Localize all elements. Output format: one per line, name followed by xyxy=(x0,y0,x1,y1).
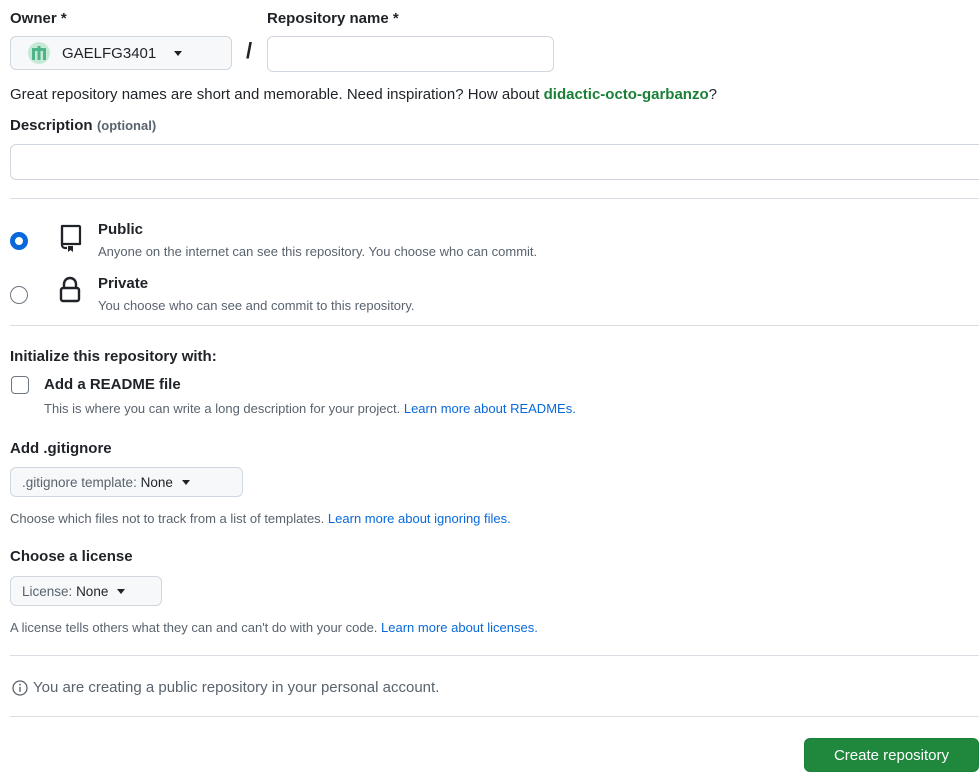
divider xyxy=(10,655,979,656)
repo-name-input[interactable] xyxy=(267,36,554,72)
owner-select[interactable]: GAELFG3401 xyxy=(10,36,232,70)
gitignore-prefix: .gitignore template: xyxy=(22,474,137,490)
readme-checkbox[interactable] xyxy=(11,376,29,394)
divider xyxy=(10,325,979,326)
divider xyxy=(10,198,979,199)
readme-desc: This is where you can write a long descr… xyxy=(44,401,576,416)
hint-text: Great repository names are short and mem… xyxy=(10,86,544,103)
license-desc: A license tells others what they can and… xyxy=(10,620,538,635)
owner-repo-separator: / xyxy=(246,38,253,63)
name-suggestion-link[interactable]: didactic-octo-garbanzo xyxy=(544,86,709,103)
owner-name: GAELFG3401 xyxy=(62,44,157,62)
repo-icon xyxy=(60,224,82,252)
readme-label[interactable]: Add a README file xyxy=(44,376,181,393)
divider xyxy=(10,716,979,717)
description-label: Description (optional) xyxy=(10,117,156,135)
gitignore-learn-more-link[interactable]: Learn more about ignoring files. xyxy=(328,511,511,526)
gitignore-value: None xyxy=(140,474,173,490)
visibility-public-label[interactable]: Public xyxy=(98,221,143,238)
init-heading: Initialize this repository with: xyxy=(10,348,217,365)
chevron-down-icon xyxy=(181,479,190,485)
visibility-public-desc: Anyone on the internet can see this repo… xyxy=(98,244,538,259)
visibility-private-label[interactable]: Private xyxy=(98,275,148,292)
create-repository-button[interactable]: Create repository xyxy=(804,738,979,772)
repo-name-label: Repository name * xyxy=(267,10,399,27)
hint-end: ? xyxy=(708,86,717,103)
license-select[interactable]: License: None xyxy=(10,576,162,606)
chevron-down-icon xyxy=(117,588,126,594)
license-learn-more-link[interactable]: Learn more about licenses. xyxy=(381,620,538,635)
gitignore-desc-text: Choose which files not to track from a l… xyxy=(10,511,328,526)
readme-learn-more-link[interactable]: Learn more about READMEs. xyxy=(404,401,576,416)
license-value: None xyxy=(76,583,109,599)
visibility-public-radio[interactable] xyxy=(10,232,28,250)
readme-desc-text: This is where you can write a long descr… xyxy=(44,401,404,416)
lock-icon xyxy=(59,276,81,303)
license-prefix: License: xyxy=(22,583,73,599)
gitignore-heading: Add .gitignore xyxy=(10,440,112,457)
gitignore-template-select[interactable]: .gitignore template: None xyxy=(10,467,243,497)
owner-avatar-icon xyxy=(28,42,50,64)
gitignore-desc: Choose which files not to track from a l… xyxy=(10,511,511,526)
owner-label: Owner * xyxy=(10,10,67,27)
visibility-private-radio[interactable] xyxy=(10,286,28,304)
license-heading: Choose a license xyxy=(10,548,133,565)
repo-name-hint: Great repository names are short and mem… xyxy=(10,86,717,103)
chevron-down-icon xyxy=(174,50,183,56)
info-icon xyxy=(12,680,28,696)
description-label-text: Description xyxy=(10,117,93,134)
license-desc-text: A license tells others what they can and… xyxy=(10,620,382,635)
public-repo-notice: You are creating a public repository in … xyxy=(33,679,440,696)
description-input[interactable] xyxy=(10,144,979,180)
description-optional: (optional) xyxy=(96,118,157,133)
visibility-private-desc: You choose who can see and commit to thi… xyxy=(98,298,415,313)
